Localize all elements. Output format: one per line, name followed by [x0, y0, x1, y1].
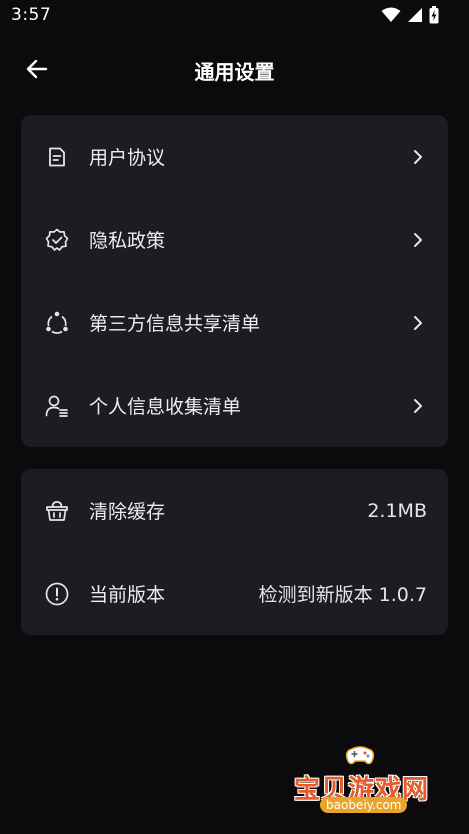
status-time: 3:57: [11, 5, 52, 25]
version-status-value: 检测到新版本 1.0.7: [258, 584, 427, 606]
chevron-right-icon: [410, 398, 426, 414]
current-version-label: 当前版本: [89, 584, 166, 606]
status-bar: 3:57: [0, 0, 469, 32]
gamepad-mascot-icon: [345, 746, 375, 765]
legal-settings-card: 用户协议 隐私政策 第三方信息共享清单 个人信息收集清单: [21, 115, 448, 447]
signal-icon: [408, 8, 422, 22]
page-title: 通用设置: [194, 60, 275, 84]
chevron-right-icon: [410, 149, 426, 165]
share-nodes-icon: [44, 310, 70, 336]
third-party-sharing-row[interactable]: 第三方信息共享清单: [21, 281, 448, 364]
basket-icon: [44, 498, 70, 524]
user-agreement-label: 用户协议: [89, 147, 166, 169]
third-party-sharing-label: 第三方信息共享清单: [89, 313, 261, 335]
wifi-icon: [381, 7, 401, 22]
personal-info-collection-row[interactable]: 个人信息收集清单: [21, 364, 448, 447]
cache-size-value: 2.1MB: [367, 499, 427, 522]
clear-cache-label: 清除缓存: [89, 501, 166, 523]
privacy-policy-row[interactable]: 隐私政策: [21, 198, 448, 281]
user-list-icon: [44, 393, 70, 419]
document-icon: [44, 144, 70, 170]
shield-check-icon: [44, 227, 70, 253]
privacy-policy-label: 隐私政策: [89, 230, 166, 252]
watermark-url: baobeiy.com: [320, 797, 408, 813]
info-circle-icon: [44, 581, 70, 607]
clear-cache-row[interactable]: 清除缓存 2.1MB: [21, 469, 448, 552]
chevron-right-icon: [410, 315, 426, 331]
status-icons: [381, 6, 439, 24]
header: 通用设置: [0, 44, 469, 96]
battery-charging-icon: [429, 6, 439, 24]
personal-info-collection-label: 个人信息收集清单: [89, 396, 242, 418]
current-version-row[interactable]: 当前版本 检测到新版本 1.0.7: [21, 552, 448, 635]
watermark: 宝贝游戏网 baobeiy.com: [286, 735, 446, 830]
user-agreement-row[interactable]: 用户协议: [21, 115, 448, 198]
chevron-right-icon: [410, 232, 426, 248]
app-settings-card: 清除缓存 2.1MB 当前版本 检测到新版本 1.0.7: [21, 469, 448, 635]
